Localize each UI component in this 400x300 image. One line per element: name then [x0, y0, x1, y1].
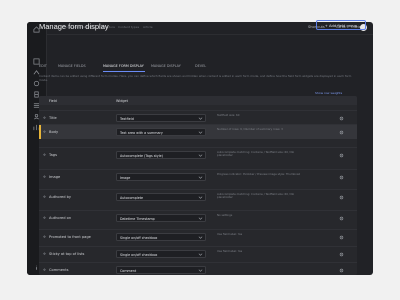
widget-select-value: Autocomplete	[120, 195, 144, 200]
widget-summary: Use field label: Yes	[217, 249, 243, 253]
field-name: Body	[49, 130, 59, 134]
gear-icon[interactable]	[339, 216, 344, 221]
widget-select-value: Text area with a summary	[120, 130, 163, 135]
chevron-down-icon	[198, 195, 203, 200]
drag-handle-icon[interactable]: ✥	[43, 116, 46, 120]
widget-summary: Autocomplete matching: Contains / Textfi…	[217, 150, 295, 158]
chevron-down-icon	[198, 252, 203, 257]
page-title: Manage form display	[39, 22, 109, 31]
widget-select-value: Datetime Timestamp	[120, 216, 155, 221]
field-name: Comments	[49, 268, 69, 272]
widget-select[interactable]: Image	[116, 173, 206, 181]
chevron-down-icon	[198, 175, 203, 180]
chevron-down-icon	[198, 268, 203, 273]
drag-handle-icon[interactable]: ✥	[43, 130, 46, 134]
widget-summary: Use field label: Yes	[217, 232, 243, 236]
gear-icon[interactable]	[339, 252, 344, 257]
gear-icon[interactable]	[339, 130, 344, 135]
drag-handle-icon[interactable]: ✥	[43, 175, 46, 179]
chevron-down-icon	[198, 235, 203, 240]
field-name: Promoted to front page	[49, 235, 91, 239]
table-row: ✥ Tags Autocomplete (Tags style) Autocom…	[39, 147, 357, 162]
field-name: Sticky at top of lists	[49, 252, 85, 256]
breadcrumb-item[interactable]: Article	[143, 25, 153, 29]
gear-icon[interactable]	[339, 175, 344, 180]
gear-icon[interactable]	[339, 235, 344, 240]
field-name: Tags	[49, 153, 57, 157]
table-row: ✥ Body Text area with a summary Number o…	[39, 124, 357, 139]
widget-select[interactable]: Textfield	[116, 114, 206, 122]
table-row: ✥ Image Image Progress indicator: throbb…	[39, 169, 357, 184]
widget-select-value: Comment	[120, 268, 137, 273]
drag-handle-icon[interactable]: ✥	[43, 216, 46, 220]
gear-icon[interactable]	[339, 116, 344, 121]
gear-icon[interactable]	[339, 153, 344, 158]
drag-handle-icon[interactable]: ✥	[43, 153, 46, 157]
breadcrumb-item[interactable]: Content types	[118, 25, 139, 29]
widget-select[interactable]: Comment	[116, 266, 206, 274]
widget-select[interactable]: Single on/off checkbox	[116, 233, 206, 241]
widget-select-value: Single on/off checkbox	[120, 252, 158, 257]
widget-select-value: Image	[120, 175, 131, 180]
widget-select-value: Textfield	[120, 116, 134, 121]
table-row: ✥ Promoted to front page Single on/off c…	[39, 229, 357, 244]
table-row: ✥ Comments Comment	[39, 262, 357, 275]
widget-select[interactable]: Single on/off checkbox	[116, 250, 206, 258]
drag-handle-icon[interactable]: ✥	[43, 268, 46, 272]
tab-manage-form-display[interactable]: MANAGE FORM DISPLAY	[103, 64, 144, 68]
drag-handle-icon[interactable]: ✥	[43, 252, 46, 256]
widget-select-value: Single on/off checkbox	[120, 235, 158, 240]
chevron-down-icon	[198, 216, 203, 221]
show-row-weights-link[interactable]: Show row weights	[315, 91, 342, 95]
widget-select[interactable]: Text area with a summary	[116, 128, 206, 136]
column-header-field: Field	[49, 99, 57, 103]
tab-manage-display[interactable]: MANAGE DISPLAY	[151, 64, 181, 68]
tab-devel[interactable]: DEVEL	[195, 64, 206, 68]
fields-table: Field Widget ✥ Title Textfield Textfield…	[39, 96, 357, 275]
gear-icon[interactable]	[339, 268, 344, 273]
drag-handle-icon[interactable]: ✥	[43, 195, 46, 199]
column-header-widget: Widget	[116, 99, 128, 103]
add-field-group-button[interactable]: + Add field group	[316, 20, 366, 30]
widget-select-value: Autocomplete (Tags style)	[120, 153, 163, 158]
drag-handle-icon[interactable]: ✥	[43, 235, 46, 239]
field-name: Image	[49, 175, 61, 179]
field-name: Authored on	[49, 216, 72, 220]
table-row: ✥ Title Textfield Textfield size: 60	[39, 110, 357, 125]
chevron-down-icon	[198, 153, 203, 158]
widget-select[interactable]: Autocomplete	[116, 193, 206, 201]
widget-select[interactable]: Autocomplete (Tags style)	[116, 151, 206, 159]
table-row: ✥ Sticky at top of lists Single on/off c…	[39, 246, 357, 261]
widget-summary: No settings	[217, 213, 233, 217]
page-description: Content items can be edited using differ…	[39, 74, 352, 82]
table-header: Field Widget	[39, 96, 357, 105]
widget-summary: Textfield size: 60	[217, 113, 240, 117]
chevron-down-icon	[198, 130, 203, 135]
field-name: Title	[49, 116, 57, 120]
active-row-marker	[39, 125, 41, 139]
widget-summary: Autocomplete matching: Contains / Textfi…	[217, 192, 295, 200]
widget-summary: Number of rows: 9 / Number of summary ro…	[217, 127, 283, 131]
tab-edit[interactable]: EDIT	[39, 64, 47, 68]
chevron-down-icon	[198, 116, 203, 121]
widget-summary: Progress indicator: throbber / Preview i…	[217, 172, 301, 176]
gear-icon[interactable]	[339, 195, 344, 200]
active-tab-indicator	[103, 71, 145, 72]
table-row: ✥ Authored by Autocomplete Autocomplete …	[39, 189, 357, 204]
tab-manage-fields[interactable]: MANAGE FIELDS	[58, 64, 86, 68]
table-row: ✥ Authored on Datetime Timestamp No sett…	[39, 210, 357, 225]
widget-select[interactable]: Datetime Timestamp	[116, 214, 206, 222]
field-name: Authored by	[49, 195, 72, 199]
